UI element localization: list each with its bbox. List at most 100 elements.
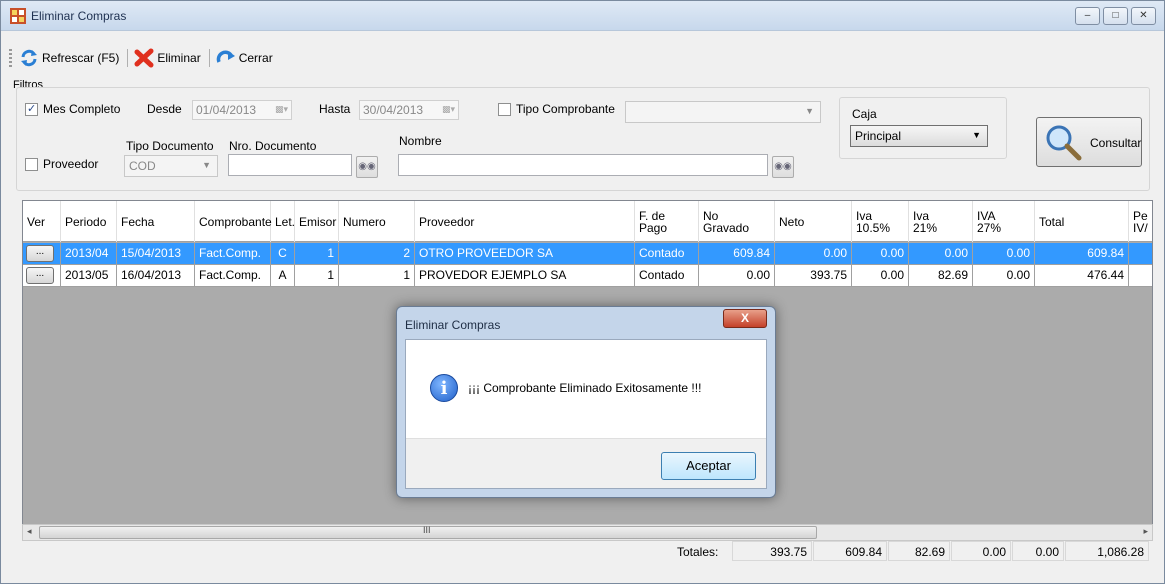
total-iva-21: 82.69 (888, 541, 950, 561)
delete-x-icon (134, 48, 154, 68)
col-fecha[interactable]: Fecha (117, 201, 195, 242)
hasta-label: Hasta (319, 102, 351, 116)
col-iva105-line2: 10.5% (856, 220, 891, 235)
percepcion-cell (1129, 265, 1152, 286)
total-iva-27: 0.00 (1012, 541, 1064, 561)
col-neto[interactable]: Neto (775, 201, 852, 242)
proveedor-label: Proveedor (43, 157, 99, 171)
col-emisor[interactable]: Emisor (295, 201, 339, 242)
ver-detail-button[interactable]: ... (26, 245, 54, 262)
col-proveedor[interactable]: Proveedor (415, 201, 635, 242)
calendar-dropdown-icon[interactable]: ▩▾ (442, 104, 455, 115)
col-periodo[interactable]: Periodo (61, 201, 117, 242)
col-let[interactable]: Let. (271, 201, 295, 242)
col-periodo-label: Periodo (65, 214, 107, 229)
fpago-cell: Contado (635, 243, 699, 264)
tipo-documento-label: Tipo Documento (126, 139, 214, 153)
close-label: Cerrar (238, 51, 273, 65)
col-let-label: Let. (275, 214, 296, 229)
scroll-right-icon[interactable]: ▸ (1143, 526, 1148, 537)
col-ver[interactable]: Ver (23, 201, 61, 242)
tipo-comprobante-checkbox[interactable] (498, 103, 511, 116)
horizontal-scrollbar[interactable]: ◂ III ▸ (22, 524, 1153, 541)
minimize-button[interactable]: – (1075, 7, 1100, 25)
fecha-cell: 16/04/2013 (117, 265, 195, 286)
col-numero[interactable]: Numero (339, 201, 415, 242)
scroll-left-icon[interactable]: ◂ (27, 526, 32, 537)
caja-select[interactable]: Principal ▼ (850, 125, 988, 147)
proveedor-cell: OTRO PROVEEDOR SA (415, 243, 635, 264)
total-cell: 609.84 (1035, 243, 1129, 264)
desde-label: Desde (147, 102, 182, 116)
window-title: Eliminar Compras (31, 9, 127, 23)
close-window-button[interactable]: ✕ (1131, 7, 1156, 25)
delete-button[interactable]: Eliminar (134, 48, 201, 68)
col-total[interactable]: Total (1035, 201, 1129, 242)
col-emisor-label: Emisor (299, 214, 337, 229)
chevron-down-icon: ▼ (202, 160, 211, 170)
col-iva105[interactable]: Iva 10.5% (852, 201, 909, 242)
binoculars-icon: ◉◉ (774, 161, 792, 172)
minimize-icon: – (1084, 10, 1091, 21)
hasta-date-picker[interactable]: 30/04/2013 ▩▾ (359, 100, 459, 120)
main-window: Eliminar Compras – □ ✕ Refrescar (F5) El… (0, 0, 1165, 584)
dialog-close-button[interactable]: X (723, 309, 767, 328)
refresh-button[interactable]: Refrescar (F5) (19, 48, 119, 68)
nro-documento-lookup-button[interactable]: ◉◉ (356, 156, 378, 178)
col-iva21-label: Iva 21% (913, 210, 937, 234)
table-row[interactable]: ... 2013/04 15/04/2013 Fact.Comp. C 1 2 … (23, 243, 1152, 265)
iva27-cell: 0.00 (973, 265, 1035, 286)
ver-cell: ... (23, 243, 61, 264)
chevron-down-icon: ▼ (972, 130, 981, 140)
col-iva21-line2: 21% (913, 220, 938, 235)
maximize-button[interactable]: □ (1103, 7, 1128, 25)
info-icon: i (430, 374, 458, 402)
maximize-icon: □ (1112, 10, 1119, 21)
neto-cell: 393.75 (775, 265, 852, 286)
mes-completo-checkbox[interactable] (25, 102, 38, 116)
mes-completo-label: Mes Completo (43, 102, 121, 116)
nombre-label: Nombre (399, 134, 442, 148)
fpago-cell: Contado (635, 265, 699, 286)
col-fpago-label: F. de Pago (639, 210, 667, 234)
col-nogravado[interactable]: No Gravado (699, 201, 775, 242)
tipo-comprobante-label: Tipo Comprobante (516, 102, 615, 116)
col-fpago[interactable]: F. de Pago (635, 201, 699, 242)
numero-cell: 1 (339, 265, 415, 286)
col-iva27[interactable]: IVA 27% (973, 201, 1035, 242)
col-percepcion-iva[interactable]: Pe IV/ (1129, 201, 1152, 242)
close-icon: ✕ (1139, 10, 1148, 21)
nombre-lookup-button[interactable]: ◉◉ (772, 156, 794, 178)
table-row[interactable]: ... 2013/05 16/04/2013 Fact.Comp. A 1 1 … (23, 265, 1152, 287)
nro-documento-label: Nro. Documento (229, 139, 317, 153)
col-nogravado-label: No Gravado (703, 210, 749, 234)
app-icon (10, 8, 26, 24)
col-proveedor-label: Proveedor (419, 214, 475, 229)
col-fecha-label: Fecha (121, 214, 155, 229)
consultar-button[interactable]: Consultar (1036, 117, 1142, 167)
binoculars-icon: ◉◉ (358, 161, 376, 172)
proveedor-checkbox[interactable] (25, 158, 38, 171)
totals-row: Totales: 393.75 609.84 82.69 0.00 0.00 1… (1, 541, 1165, 565)
col-percepcion-label: Pe IV/ (1133, 210, 1148, 234)
col-comprobante[interactable]: Comprobante (195, 201, 272, 242)
tipo-comprobante-select[interactable]: ▼ (625, 101, 821, 123)
accept-button[interactable]: Aceptar (661, 452, 756, 480)
col-numero-label: Numero (343, 214, 386, 229)
iva27-cell: 0.00 (973, 243, 1035, 264)
close-icon: X (740, 311, 749, 325)
refresh-label: Refrescar (F5) (42, 51, 120, 65)
tipo-documento-select[interactable]: COD ▼ (124, 155, 218, 177)
col-iva21[interactable]: Iva 21% (909, 201, 973, 242)
nro-documento-input[interactable] (228, 154, 352, 176)
ver-detail-button[interactable]: ... (26, 267, 54, 284)
desde-date-picker[interactable]: 01/04/2013 ▩▾ (192, 100, 292, 120)
close-button[interactable]: Cerrar (216, 48, 273, 68)
calendar-dropdown-icon[interactable]: ▩▾ (275, 104, 288, 115)
hasta-value: 30/04/2013 (363, 103, 424, 117)
nombre-input[interactable] (398, 154, 768, 176)
iva21-cell: 82.69 (909, 265, 973, 286)
title-bar[interactable]: Eliminar Compras – □ ✕ (1, 1, 1164, 31)
emisor-cell: 1 (295, 243, 339, 264)
toolbar-separator (127, 49, 129, 67)
